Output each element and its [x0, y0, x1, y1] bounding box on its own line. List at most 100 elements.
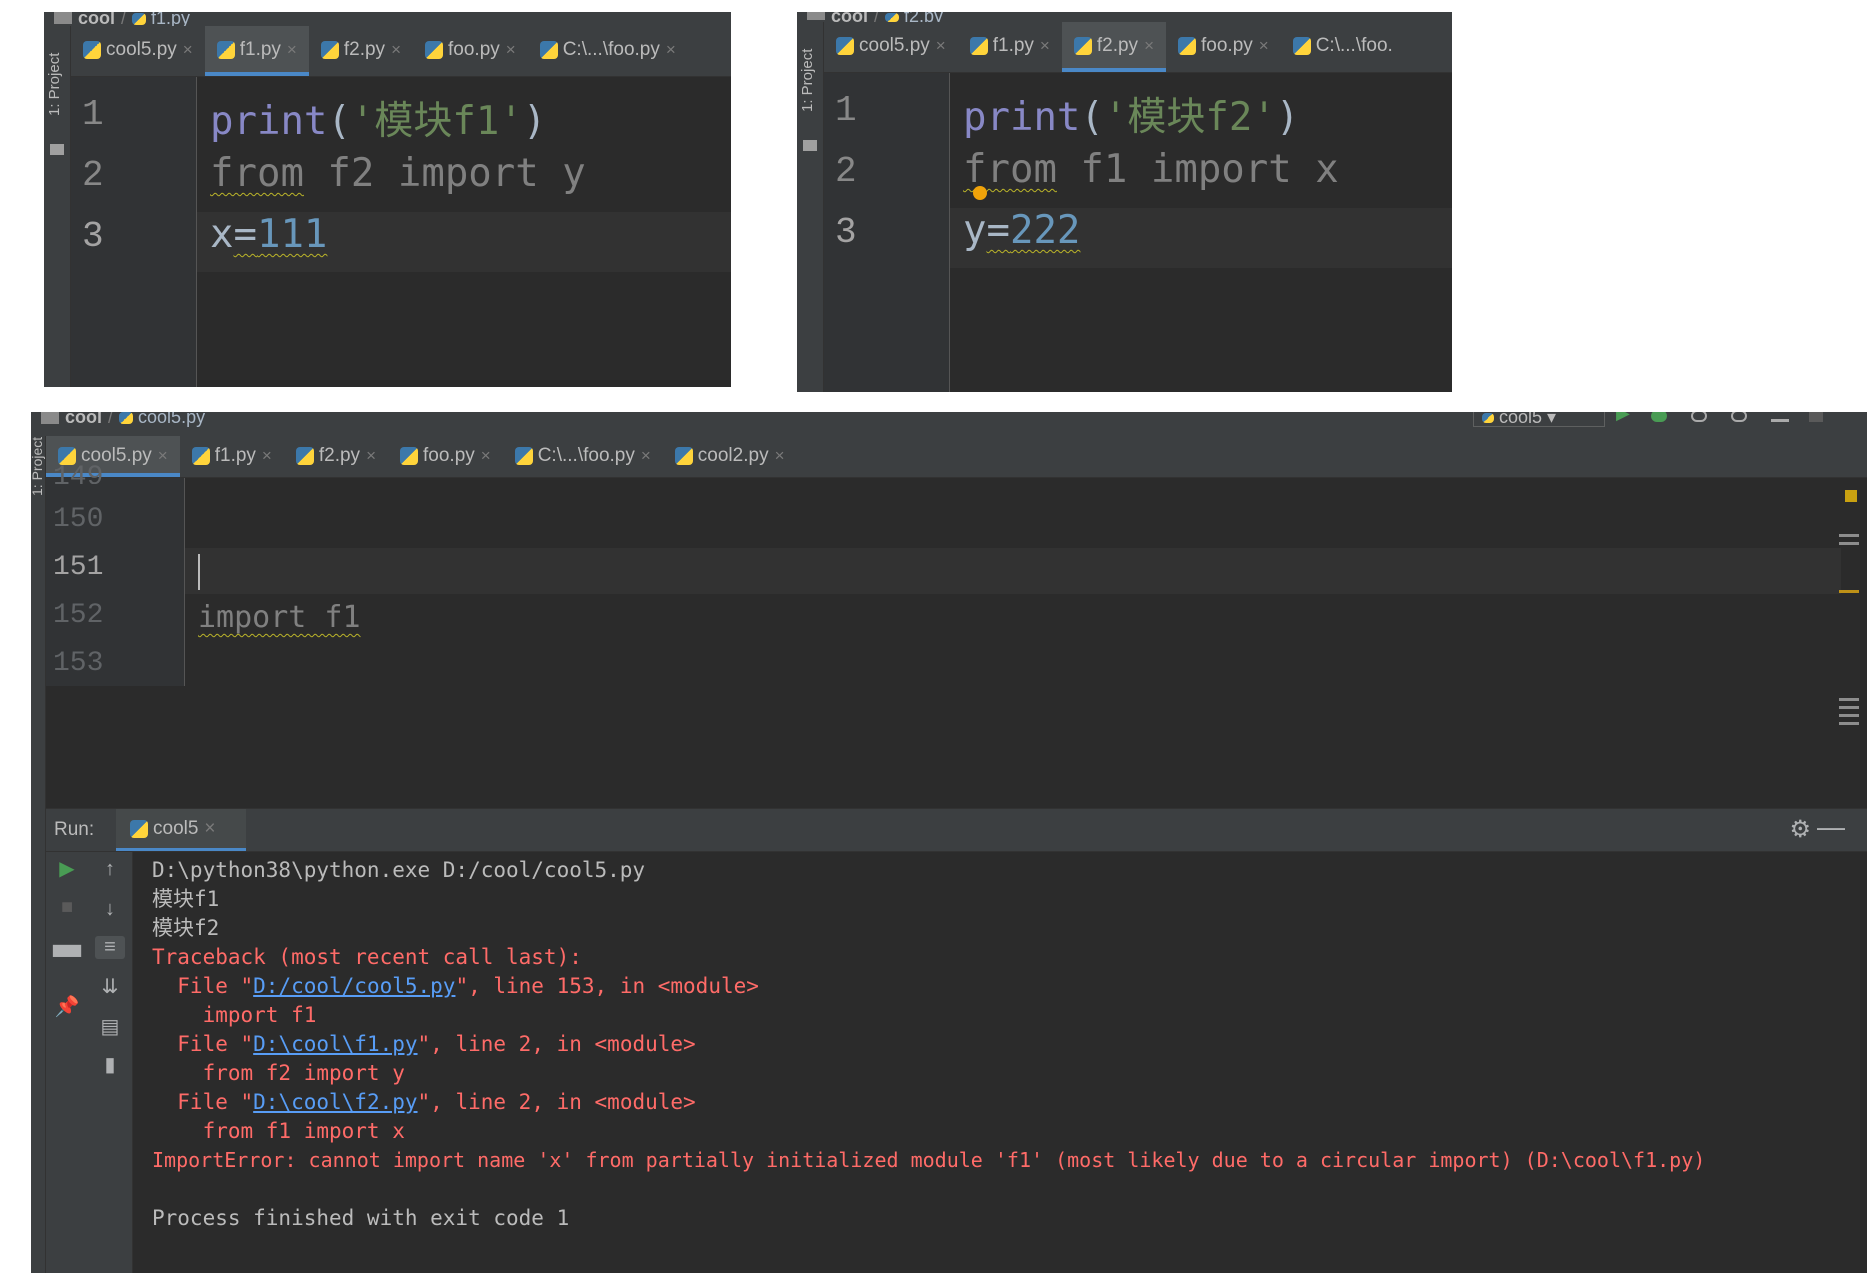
tab-cool5[interactable]: cool5.py × — [824, 22, 958, 72]
python-file-icon — [83, 40, 101, 59]
console-stdout: 模块f2 — [152, 916, 220, 940]
tab-f2[interactable]: f2.py × — [284, 436, 388, 477]
rerun-icon[interactable]: ▶ — [52, 856, 82, 881]
error-stripe[interactable] — [1839, 478, 1867, 725]
process-exit-message: Process finished with exit code 1 — [152, 1206, 570, 1230]
layout-icon[interactable]: ▀▀ — [52, 946, 82, 969]
code-line[interactable]: import f1 — [198, 600, 361, 635]
code-line[interactable]: from f1 import x — [963, 147, 1339, 192]
close-icon[interactable]: × — [204, 818, 215, 839]
close-icon[interactable]: × — [641, 446, 651, 465]
scroll-end-icon[interactable]: ⇊ — [95, 974, 125, 999]
python-file-icon — [320, 40, 339, 59]
python-file-icon — [1073, 36, 1092, 55]
current-line-highlight — [185, 548, 1849, 594]
tab-f2[interactable]: f2.py × — [1061, 22, 1167, 72]
close-icon[interactable]: × — [936, 36, 946, 55]
warning-marker-icon[interactable] — [1845, 490, 1857, 502]
line-number: 153 — [53, 648, 104, 679]
traceback-file-link[interactable]: D:/cool/cool5.py — [253, 974, 455, 998]
console-stdout: 模块f1 — [152, 887, 220, 911]
stop-icon[interactable] — [1809, 412, 1823, 422]
code-line[interactable]: x=111 — [210, 212, 327, 257]
tab-f2[interactable]: f2.py × — [309, 26, 413, 76]
close-icon[interactable]: × — [506, 40, 516, 59]
breadcrumb-file[interactable]: f1.py — [151, 12, 190, 26]
tab-foo[interactable]: foo.py × — [413, 26, 528, 76]
minimize-icon[interactable]: — — [1817, 811, 1845, 843]
breadcrumb-project[interactable]: cool — [65, 412, 102, 427]
debug-icon[interactable] — [1651, 412, 1667, 422]
close-icon[interactable]: × — [287, 40, 297, 59]
python-file-icon — [539, 40, 558, 59]
tab-cool2[interactable]: cool2.py × — [663, 436, 797, 477]
project-tool-button[interactable]: 1: Project — [31, 437, 45, 496]
folder-icon — [807, 12, 825, 20]
soft-wrap-icon[interactable]: ≡ — [95, 936, 125, 959]
editor-tabs: cool5.py × f1.py × f2.py × foo.py × C:\...\foo.p… — [46, 436, 1867, 478]
breadcrumb-file[interactable]: f2.py — [904, 12, 943, 22]
close-icon[interactable]: × — [391, 40, 401, 59]
tab-foo-external[interactable]: C:\...\foo. — [1281, 22, 1405, 72]
run-tab-cool5[interactable]: cool5 × — [116, 809, 246, 851]
tab-foo[interactable]: foo.py × — [1166, 22, 1281, 72]
code-line[interactable]: y=222 — [963, 208, 1080, 253]
run-console-output[interactable]: D:\python38\python.exe D:/cool/cool5.py 模… — [152, 856, 1705, 1233]
profile-icon[interactable] — [1731, 412, 1747, 422]
chevron-down-icon: ▾ — [1547, 412, 1557, 427]
tab-foo-external[interactable]: C:\...\foo.py × — [503, 436, 663, 477]
breadcrumb-project[interactable]: cool — [78, 12, 115, 26]
traceback-file-link[interactable]: D:\cool\f1.py — [253, 1032, 417, 1056]
close-icon[interactable]: × — [666, 40, 676, 59]
project-tool-button[interactable]: 1: Project — [46, 53, 63, 116]
code-line[interactable]: print('模块f1') — [210, 90, 546, 146]
concurrency-icon[interactable] — [1771, 412, 1789, 422]
run-config-selector[interactable]: cool5 ▾ — [1473, 412, 1605, 427]
tab-cool5[interactable]: cool5.py × — [71, 26, 205, 76]
code-line[interactable]: from f2 import y — [210, 151, 586, 196]
close-icon[interactable]: × — [158, 446, 168, 465]
tab-f1[interactable]: f1.py × — [180, 436, 284, 477]
pin-icon[interactable]: 📌 — [52, 994, 82, 1019]
close-icon[interactable]: × — [1040, 36, 1050, 55]
close-icon[interactable]: × — [1259, 36, 1269, 55]
folder-icon — [50, 144, 64, 155]
close-icon[interactable]: × — [366, 446, 376, 465]
tab-f1[interactable]: f1.py × — [204, 26, 310, 76]
line-number: 2 — [835, 151, 857, 192]
gear-icon[interactable]: ⚙ — [1789, 815, 1811, 844]
project-tool-strip: 1: Project — [31, 436, 46, 1273]
project-tool-button[interactable]: 1: Project — [799, 49, 816, 112]
close-icon[interactable]: × — [775, 446, 785, 465]
intention-bulb-icon[interactable] — [973, 186, 987, 200]
tab-f1[interactable]: f1.py × — [958, 22, 1062, 72]
stop-icon[interactable]: ■ — [52, 896, 82, 919]
close-icon[interactable]: × — [262, 446, 272, 465]
coverage-icon[interactable] — [1691, 412, 1707, 422]
python-file-icon — [969, 36, 988, 55]
python-file-icon — [130, 819, 148, 838]
python-file-icon — [836, 36, 854, 55]
print-icon[interactable]: ▤ — [95, 1014, 125, 1039]
tab-foo-external[interactable]: C:\...\foo.py × — [528, 26, 688, 76]
python-file-icon — [216, 40, 235, 59]
run-icon[interactable]: ▶ — [1616, 412, 1630, 422]
import-error-message: ImportError: cannot import name 'x' from… — [152, 1148, 1706, 1172]
close-icon[interactable]: × — [183, 40, 193, 59]
trash-icon[interactable]: ▮ — [95, 1052, 125, 1077]
arrow-down-icon[interactable]: ↓ — [95, 898, 125, 921]
close-icon[interactable]: × — [481, 446, 491, 465]
python-file-icon — [425, 40, 443, 59]
breadcrumb-project[interactable]: cool — [831, 12, 868, 22]
line-number: 1 — [82, 94, 104, 135]
tab-foo[interactable]: foo.py × — [388, 436, 503, 477]
code-line[interactable]: print('模块f2') — [963, 86, 1299, 142]
close-icon[interactable]: × — [1144, 36, 1154, 55]
breadcrumb: cool / f2.py — [797, 12, 1452, 22]
breadcrumb-file[interactable]: cool5.py — [138, 412, 205, 427]
arrow-up-icon[interactable]: ↑ — [95, 858, 125, 881]
folder-icon — [41, 412, 59, 424]
line-number: 2 — [82, 155, 104, 196]
python-file-icon — [1482, 413, 1494, 424]
traceback-file-link[interactable]: D:\cool\f2.py — [253, 1090, 417, 1114]
